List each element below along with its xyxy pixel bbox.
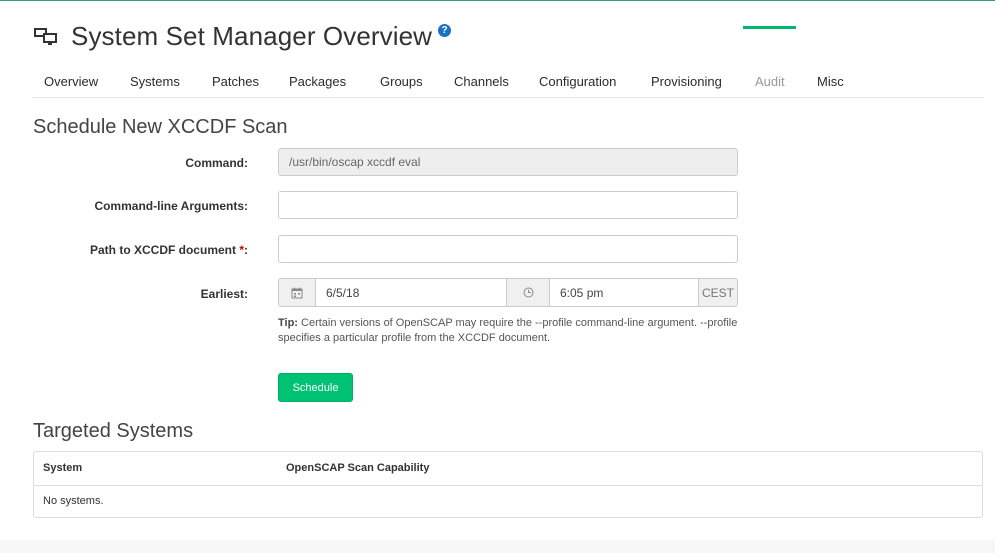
page-title: System Set Manager Overview [71, 20, 433, 51]
time-input[interactable]: 6:05 pm [549, 279, 698, 306]
clock-icon[interactable] [506, 279, 549, 306]
earliest-datetime-picker: 6/5/18 6:05 pm CEST [278, 278, 738, 307]
table-header-row: System OpenSCAP Scan Capability [34, 452, 982, 486]
xccdf-path-label-colon: : [244, 243, 248, 257]
command-line-arguments-label: Command-line Arguments: [94, 199, 248, 213]
command-label: Command: [185, 156, 248, 170]
tab-provisioning[interactable]: Provisioning [651, 74, 722, 89]
targeted-systems-title: Targeted Systems [33, 420, 194, 442]
empty-table-message: No systems. [43, 495, 104, 507]
schedule-section-title: Schedule New XCCDF Scan [33, 116, 288, 138]
tab-systems[interactable]: Systems [130, 74, 180, 89]
tab-channels[interactable]: Channels [454, 74, 509, 89]
command-line-arguments-input[interactable] [278, 191, 738, 219]
tab-configuration[interactable]: Configuration [539, 74, 616, 89]
tip-prefix: Tip: [278, 317, 298, 329]
page-header: System Set Manager Overview ? [33, 18, 452, 54]
top-border [0, 0, 995, 1]
tab-patches[interactable]: Patches [212, 74, 259, 89]
date-input[interactable]: 6/5/18 [315, 279, 506, 306]
question-circle-icon[interactable]: ? [438, 23, 452, 37]
earliest-label: Earliest: [200, 287, 248, 301]
desktop-icon [33, 26, 59, 46]
xccdf-path-label-text: Path to XCCDF document [89, 243, 240, 257]
xccdf-path-label: Path to XCCDF document *: [28, 243, 248, 257]
command-field: /usr/bin/oscap xccdf eval [278, 148, 738, 176]
command-value: /usr/bin/oscap xccdf eval [289, 155, 421, 169]
page-footer-band [0, 540, 995, 553]
xccdf-path-input[interactable] [278, 235, 738, 263]
tab-bar: Overview Systems Patches Packages Groups… [33, 67, 983, 98]
tab-packages[interactable]: Packages [289, 74, 346, 89]
tip-text: Tip: Certain versions of OpenSCAP may re… [278, 316, 748, 346]
timezone-label: CEST [698, 279, 737, 306]
targeted-systems-table: System OpenSCAP Scan Capability No syste… [33, 451, 983, 518]
calendar-icon[interactable] [279, 279, 315, 306]
tip-body: Certain versions of OpenSCAP may require… [278, 317, 738, 344]
column-header-scan-capability[interactable]: OpenSCAP Scan Capability [286, 462, 429, 474]
active-tab-indicator [743, 26, 796, 29]
tab-misc[interactable]: Misc [817, 74, 844, 89]
tab-audit[interactable]: Audit [755, 74, 785, 89]
column-header-system[interactable]: System [43, 462, 82, 474]
tab-overview[interactable]: Overview [44, 74, 98, 89]
tab-groups[interactable]: Groups [380, 74, 423, 89]
schedule-button[interactable]: Schedule [278, 373, 353, 402]
